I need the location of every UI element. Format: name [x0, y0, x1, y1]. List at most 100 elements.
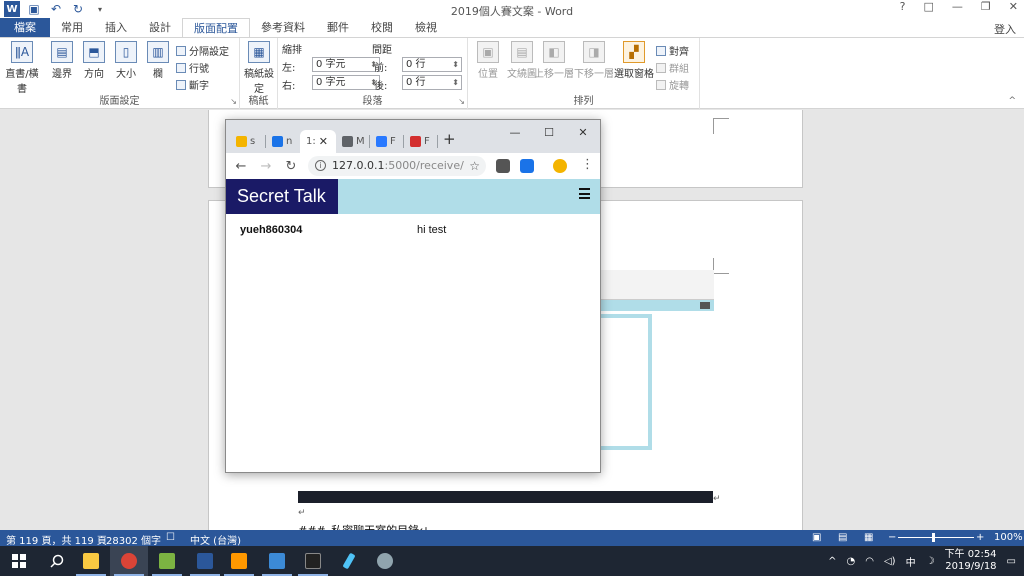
text-direction-button[interactable]: ǁA 直書/橫書	[4, 41, 40, 95]
wrap-text-icon: ▤	[511, 41, 533, 63]
tab-file[interactable]: 檔案	[0, 18, 50, 37]
indent-left-input[interactable]: 0 字元	[312, 57, 380, 72]
hamburger-menu-icon[interactable]	[579, 188, 590, 199]
indent-right-input[interactable]: 0 字元	[312, 75, 380, 90]
tab-view[interactable]: 檢視	[404, 18, 448, 37]
collapse-ribbon-icon[interactable]: ^	[1008, 96, 1016, 106]
forward-button[interactable]: →	[257, 157, 275, 175]
message-text: hi test	[417, 224, 447, 236]
tab-mailings[interactable]: 郵件	[316, 18, 360, 37]
address-bar[interactable]: i 127.0.0.1:5000/receive/ ☆	[308, 156, 486, 176]
taskbar-app-paint[interactable]	[366, 546, 404, 576]
chrome-tab[interactable]: M	[336, 130, 370, 153]
page-corner-mark	[713, 258, 729, 274]
orientation-button[interactable]: ⬒ 方向	[76, 41, 112, 80]
start-button[interactable]	[0, 546, 38, 576]
back-button[interactable]: ←	[232, 157, 250, 175]
taskbar-app-sublime[interactable]	[220, 546, 258, 576]
word-count[interactable]: 28302 個字	[106, 532, 161, 547]
chrome-tab[interactable]: F	[404, 130, 438, 153]
chrome-tab[interactable]: n	[266, 130, 300, 153]
hyphenation-button[interactable]: 斷字	[176, 77, 209, 92]
paper-setup-label: 稿紙設定	[244, 69, 274, 95]
ime-icon[interactable]: 中	[906, 554, 916, 569]
close-button[interactable]: ✕	[1009, 0, 1018, 13]
align-button[interactable]: 對齊	[656, 43, 689, 58]
tab-home[interactable]: 常用	[50, 18, 94, 37]
taskbar-app-file-explorer[interactable]	[72, 546, 110, 576]
tab-close-icon[interactable]: ✕	[319, 135, 328, 148]
page-setup-launcher-icon[interactable]: ↘	[230, 97, 237, 106]
tab-layout[interactable]: 版面配置	[182, 18, 250, 37]
zoom-level[interactable]: 100%	[994, 532, 1023, 543]
tray-overflow-icon[interactable]: ^	[828, 556, 836, 567]
extension-bulb-icon[interactable]	[553, 159, 567, 173]
read-mode-icon[interactable]: ▣	[812, 532, 821, 543]
send-backward-button[interactable]: ◨ 下移一層	[574, 41, 614, 80]
chrome-minimize-button[interactable]: —	[498, 122, 532, 142]
taskbar-app-notepad-plus-plus[interactable]	[148, 546, 186, 576]
tab-design[interactable]: 設計	[138, 18, 182, 37]
group-button[interactable]: 群組	[656, 60, 689, 75]
zoom-slider-thumb[interactable]	[932, 533, 935, 542]
reload-button[interactable]: ↻	[282, 157, 300, 175]
help-icon[interactable]: ?	[900, 0, 906, 13]
language-status[interactable]: 中文 (台灣)	[190, 532, 241, 547]
notification-icon[interactable]: ▭	[1007, 556, 1016, 567]
zoom-in-button[interactable]: +	[976, 532, 984, 543]
size-button[interactable]: ▯ 大小	[108, 41, 144, 80]
tab-review[interactable]: 校閱	[360, 18, 404, 37]
site-info-icon[interactable]: i	[315, 160, 326, 171]
zoom-out-button[interactable]: −	[888, 532, 896, 543]
tab-references[interactable]: 參考資料	[250, 18, 316, 37]
chrome-close-button[interactable]: ✕	[566, 122, 600, 142]
wifi-icon[interactable]: ◠	[865, 556, 874, 567]
network-icon[interactable]: ◔	[847, 556, 856, 567]
clock[interactable]: 下午 02:54 2019/9/18	[945, 549, 997, 573]
sign-in-link[interactable]: 登入	[994, 21, 1016, 37]
extension-icon[interactable]	[496, 159, 510, 173]
volume-icon[interactable]: ◁)	[884, 556, 896, 567]
tab-insert[interactable]: 插入	[94, 18, 138, 37]
taskbar-app-chrome[interactable]	[110, 546, 148, 576]
chrome-tab[interactable]: F	[370, 130, 404, 153]
columns-button[interactable]: ▥ 欄	[140, 41, 176, 80]
bookmark-star-icon[interactable]: ☆	[469, 156, 480, 176]
selection-pane-button[interactable]: ▞ 選取窗格	[614, 41, 654, 80]
paper-group: ▦ 稿紙設定 稿紙	[240, 38, 278, 109]
spacing-before-input[interactable]: 0 行	[402, 57, 462, 72]
line-numbers-button[interactable]: 行號	[176, 60, 209, 75]
zoom-slider[interactable]	[898, 537, 974, 538]
ribbon-display-icon[interactable]: □	[924, 0, 934, 13]
ime-mode-icon[interactable]: ☽	[926, 556, 935, 567]
site-brand[interactable]: Secret Talk	[226, 179, 338, 214]
taskbar-app-word[interactable]	[186, 546, 224, 576]
new-tab-button[interactable]: +	[443, 130, 456, 148]
tab-favicon-icon	[376, 136, 387, 147]
chrome-tab[interactable]: s	[230, 130, 266, 153]
minimize-button[interactable]: —	[952, 0, 963, 13]
breaks-button[interactable]: 分隔設定	[176, 43, 229, 58]
paragraph-launcher-icon[interactable]: ↘	[458, 97, 465, 106]
word-icon	[197, 553, 213, 569]
web-layout-icon[interactable]: ▦	[864, 532, 873, 543]
address-path: :5000/receive/	[384, 159, 464, 172]
spacing-after-input[interactable]: 0 行	[402, 75, 462, 90]
chrome-tab-active[interactable]: 1: ✕	[300, 130, 336, 153]
margins-button[interactable]: ▤ 邊界	[44, 41, 80, 80]
taskbar-app-vscode[interactable]	[258, 546, 296, 576]
chrome-menu-icon[interactable]: ⋮	[581, 157, 594, 172]
rotate-button[interactable]: 旋轉	[656, 77, 689, 92]
position-button[interactable]: ▣ 位置	[470, 41, 506, 80]
taskbar-app-terminal[interactable]	[294, 546, 332, 576]
taskbar-app-pen[interactable]	[330, 546, 368, 576]
print-layout-icon[interactable]: ▤	[838, 532, 847, 543]
proofing-icon[interactable]: ☐	[166, 532, 175, 543]
paper-setup-button[interactable]: ▦ 稿紙設定	[241, 41, 277, 95]
extension-lock-icon[interactable]	[520, 159, 534, 173]
page-count[interactable]: 第 119 頁，共 119 頁	[6, 532, 107, 547]
chrome-maximize-button[interactable]: ☐	[532, 122, 566, 142]
search-button[interactable]	[38, 546, 76, 576]
bring-forward-button[interactable]: ◧ 上移一層	[534, 41, 574, 80]
restore-button[interactable]: ❐	[981, 0, 991, 13]
